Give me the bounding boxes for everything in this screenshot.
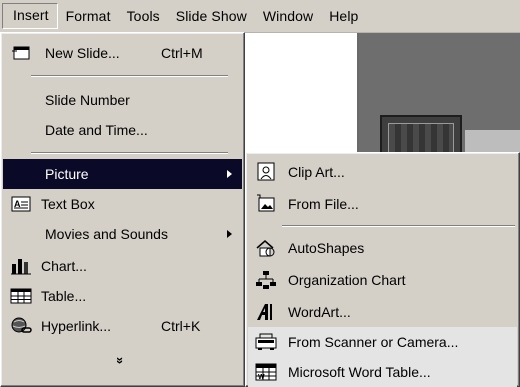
menu-tools[interactable]: Tools <box>119 4 168 28</box>
menu-item-date-time[interactable]: Date and Time... <box>3 115 242 145</box>
menu-window[interactable]: Window <box>255 4 321 28</box>
menu-item-new-slide[interactable]: New Slide... Ctrl+M <box>3 38 242 68</box>
submenu-item-label: From File... <box>288 196 359 212</box>
hyperlink-icon <box>9 315 33 337</box>
menu-item-label: New Slide... <box>45 45 120 61</box>
submenu-item-label: Clip Art... <box>288 164 345 180</box>
menu-item-hyperlink[interactable]: Hyperlink... Ctrl+K <box>3 311 242 341</box>
submenu-item-org-chart[interactable]: Organization Chart <box>248 265 517 295</box>
menu-item-label: Picture <box>45 166 89 182</box>
expand-menu-chevron-icon[interactable]: » <box>113 357 128 364</box>
submenu-item-label: Microsoft Word Table... <box>288 364 431 380</box>
submenu-item-scanner-camera[interactable]: From Scanner or Camera... <box>248 327 517 357</box>
table-icon <box>9 285 33 307</box>
clip-art-icon <box>254 161 278 183</box>
submenu-item-label: AutoShapes <box>288 240 365 256</box>
submenu-arrow-icon <box>227 170 232 178</box>
svg-text:W: W <box>258 374 265 381</box>
submenu-item-clip-art[interactable]: Clip Art... <box>248 157 517 187</box>
menu-slide-show[interactable]: Slide Show <box>168 4 255 28</box>
from-file-icon <box>254 193 278 215</box>
menu-insert[interactable]: Insert <box>2 3 58 29</box>
menu-item-label: Movies and Sounds <box>45 226 168 242</box>
menu-item-chart[interactable]: Chart... <box>3 251 242 281</box>
word-table-icon: W <box>254 361 278 383</box>
submenu-item-word-table[interactable]: W Microsoft Word Table... <box>248 357 517 387</box>
menu-item-text-box[interactable]: A Text Box <box>3 189 242 219</box>
menu-item-label: Text Box <box>41 196 95 212</box>
picture-submenu: Clip Art... From File... AutoShapes Orga… <box>245 152 520 387</box>
insert-menu: New Slide... Ctrl+M Slide Number Date an… <box>0 32 245 387</box>
submenu-item-wordart[interactable]: WordArt... <box>248 297 517 327</box>
menu-item-slide-number[interactable]: Slide Number <box>3 85 242 115</box>
menu-item-label: Chart... <box>41 258 87 274</box>
menu-separator <box>31 152 228 154</box>
menu-bar: Insert Format Tools Slide Show Window He… <box>0 0 520 33</box>
submenu-item-autoshapes[interactable]: AutoShapes <box>248 233 517 263</box>
submenu-item-label: Organization Chart <box>288 272 406 288</box>
menu-item-label: Slide Number <box>45 92 130 108</box>
menu-item-table[interactable]: Table... <box>3 281 242 311</box>
menu-separator <box>282 225 515 227</box>
submenu-arrow-icon <box>227 230 232 238</box>
submenu-item-label: From Scanner or Camera... <box>288 334 459 350</box>
slide-pane <box>245 33 359 165</box>
menu-separator <box>31 75 228 77</box>
chart-icon <box>9 255 33 277</box>
menu-item-movies-sounds[interactable]: Movies and Sounds <box>3 219 242 249</box>
org-chart-icon <box>254 269 278 291</box>
menu-item-label: Hyperlink... <box>41 318 112 334</box>
shortcut-label: Ctrl+K <box>161 318 201 334</box>
menu-item-picture[interactable]: Picture <box>3 159 242 189</box>
menu-format[interactable]: Format <box>58 4 119 28</box>
text-box-icon: A <box>9 193 33 215</box>
wordart-icon <box>254 301 278 323</box>
autoshapes-icon <box>254 237 278 259</box>
menu-help[interactable]: Help <box>321 4 366 28</box>
menu-item-label: Table... <box>41 288 87 304</box>
scanner-icon <box>254 331 278 353</box>
submenu-item-from-file[interactable]: From File... <box>248 189 517 219</box>
shortcut-label: Ctrl+M <box>161 45 203 61</box>
menu-item-label: Date and Time... <box>45 122 148 138</box>
new-slide-icon <box>9 42 33 64</box>
submenu-item-label: WordArt... <box>288 304 351 320</box>
